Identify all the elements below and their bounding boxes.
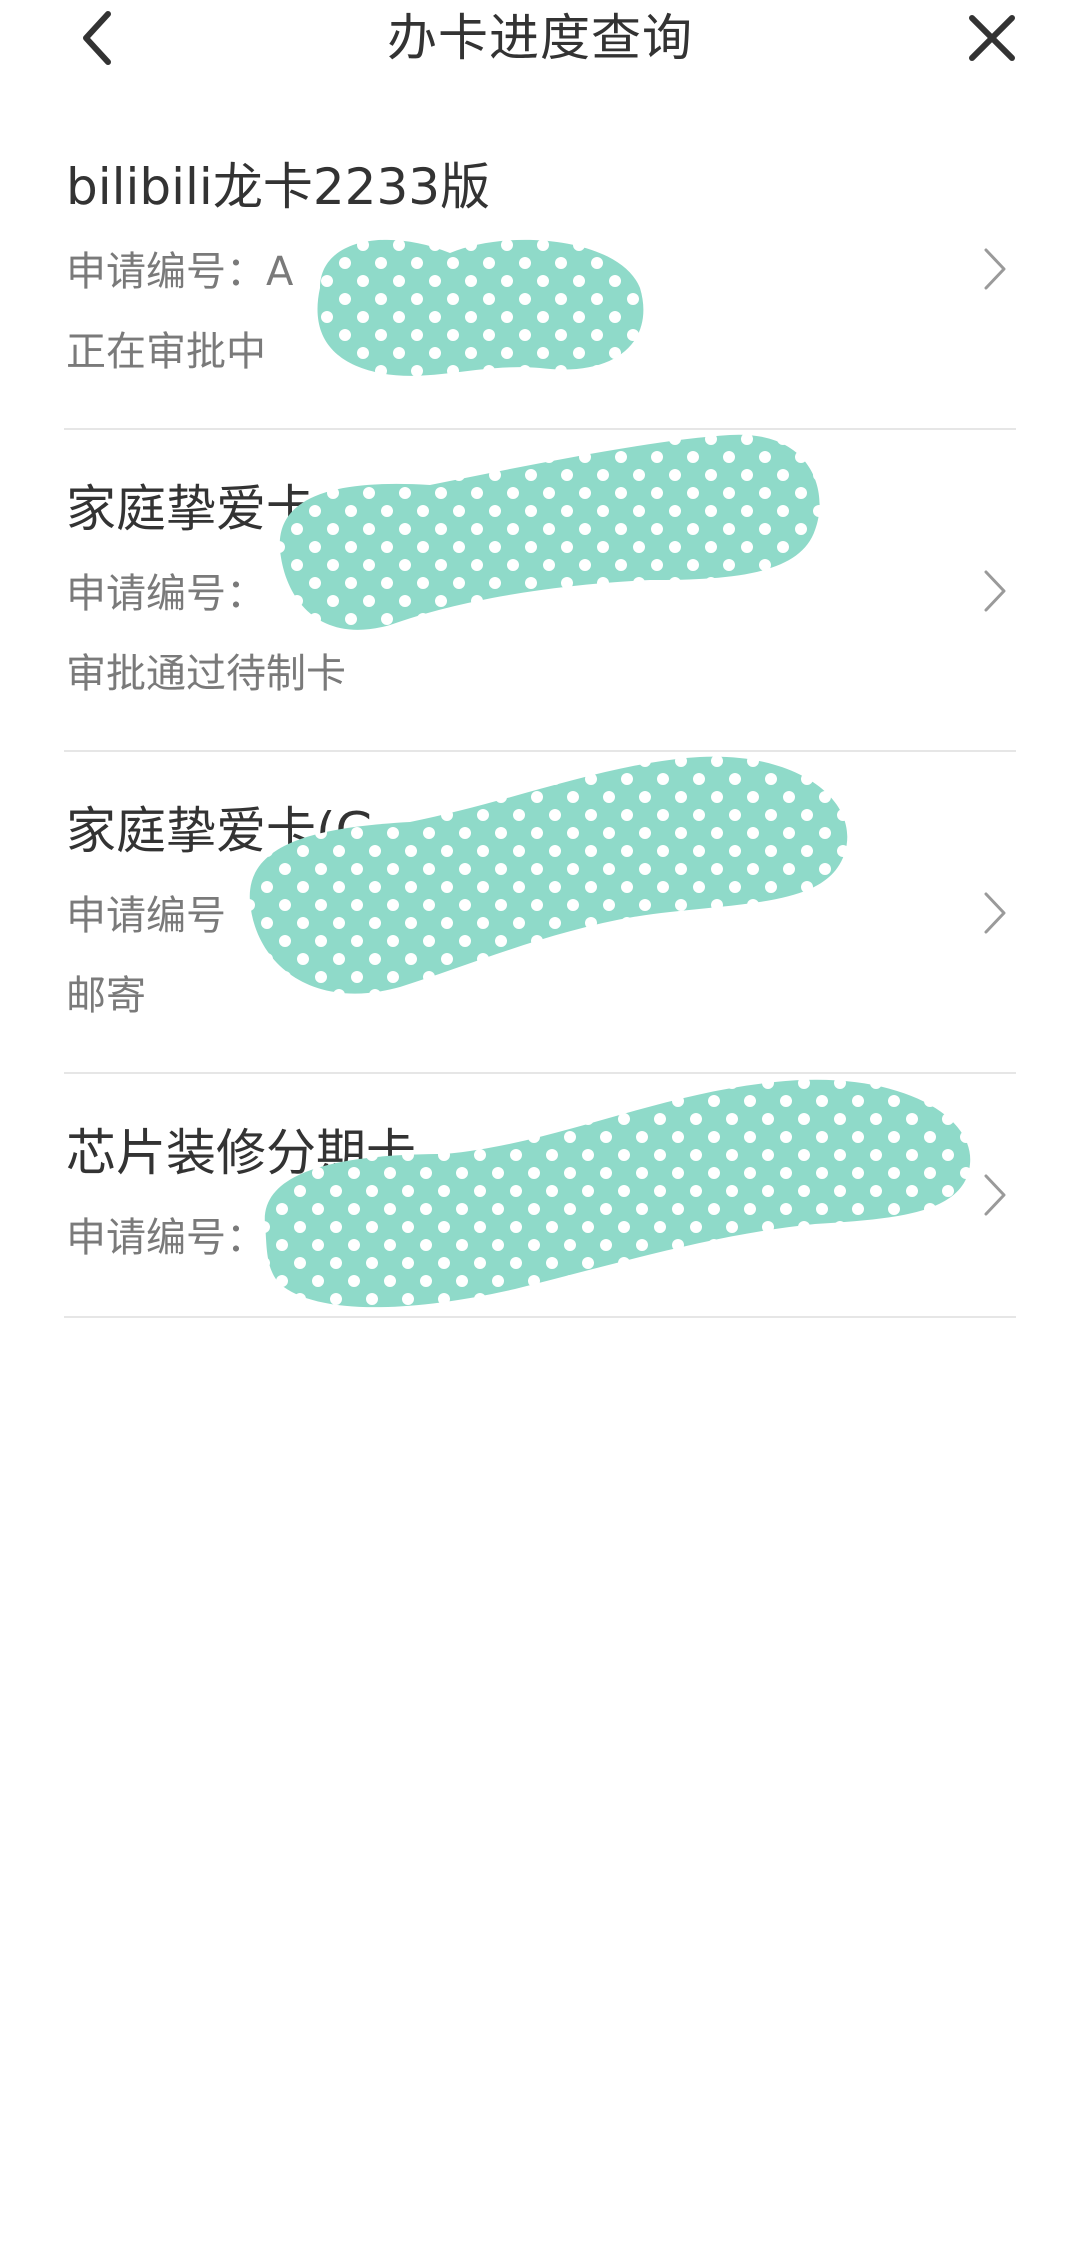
list-item[interactable]: bilibili龙卡2233版 申请编号：A 正在审批中 [0, 108, 1080, 428]
close-button[interactable] [962, 8, 1022, 68]
application-status: 邮寄 [66, 973, 146, 1019]
chevron-right-icon [984, 1174, 1006, 1216]
application-number: 申请编号： [66, 571, 266, 617]
list-divider [64, 1316, 1016, 1318]
application-number: 申请编号：A [66, 249, 294, 295]
application-number: 申请编号： [66, 1215, 266, 1261]
list-item[interactable]: 家庭挚爱卡(G 申请编号 邮寄 [0, 752, 1080, 1072]
chevron-right-icon [984, 248, 1006, 290]
application-status: 审批通过待制卡 [66, 651, 346, 697]
list-item[interactable]: 芯片装修分期卡 申请编号： [0, 1074, 1080, 1316]
application-status: 正在审批中 [66, 329, 266, 375]
card-name: bilibili龙卡2233版 [66, 158, 491, 216]
header-bar: 办卡进度查询 [0, 0, 1080, 80]
application-number: 申请编号 [66, 893, 226, 939]
redaction-blob [249, 756, 848, 994]
page-title: 办卡进度查询 [387, 9, 693, 67]
redaction-blob [317, 239, 644, 376]
chevron-right-icon [984, 892, 1006, 934]
list-item[interactable]: 家庭挚爱卡 申请编号： 审批通过待制卡 [0, 430, 1080, 750]
redaction-blob [264, 1079, 971, 1308]
close-icon [969, 15, 1015, 61]
chevron-right-icon [984, 570, 1006, 612]
redaction-blob [279, 434, 820, 630]
